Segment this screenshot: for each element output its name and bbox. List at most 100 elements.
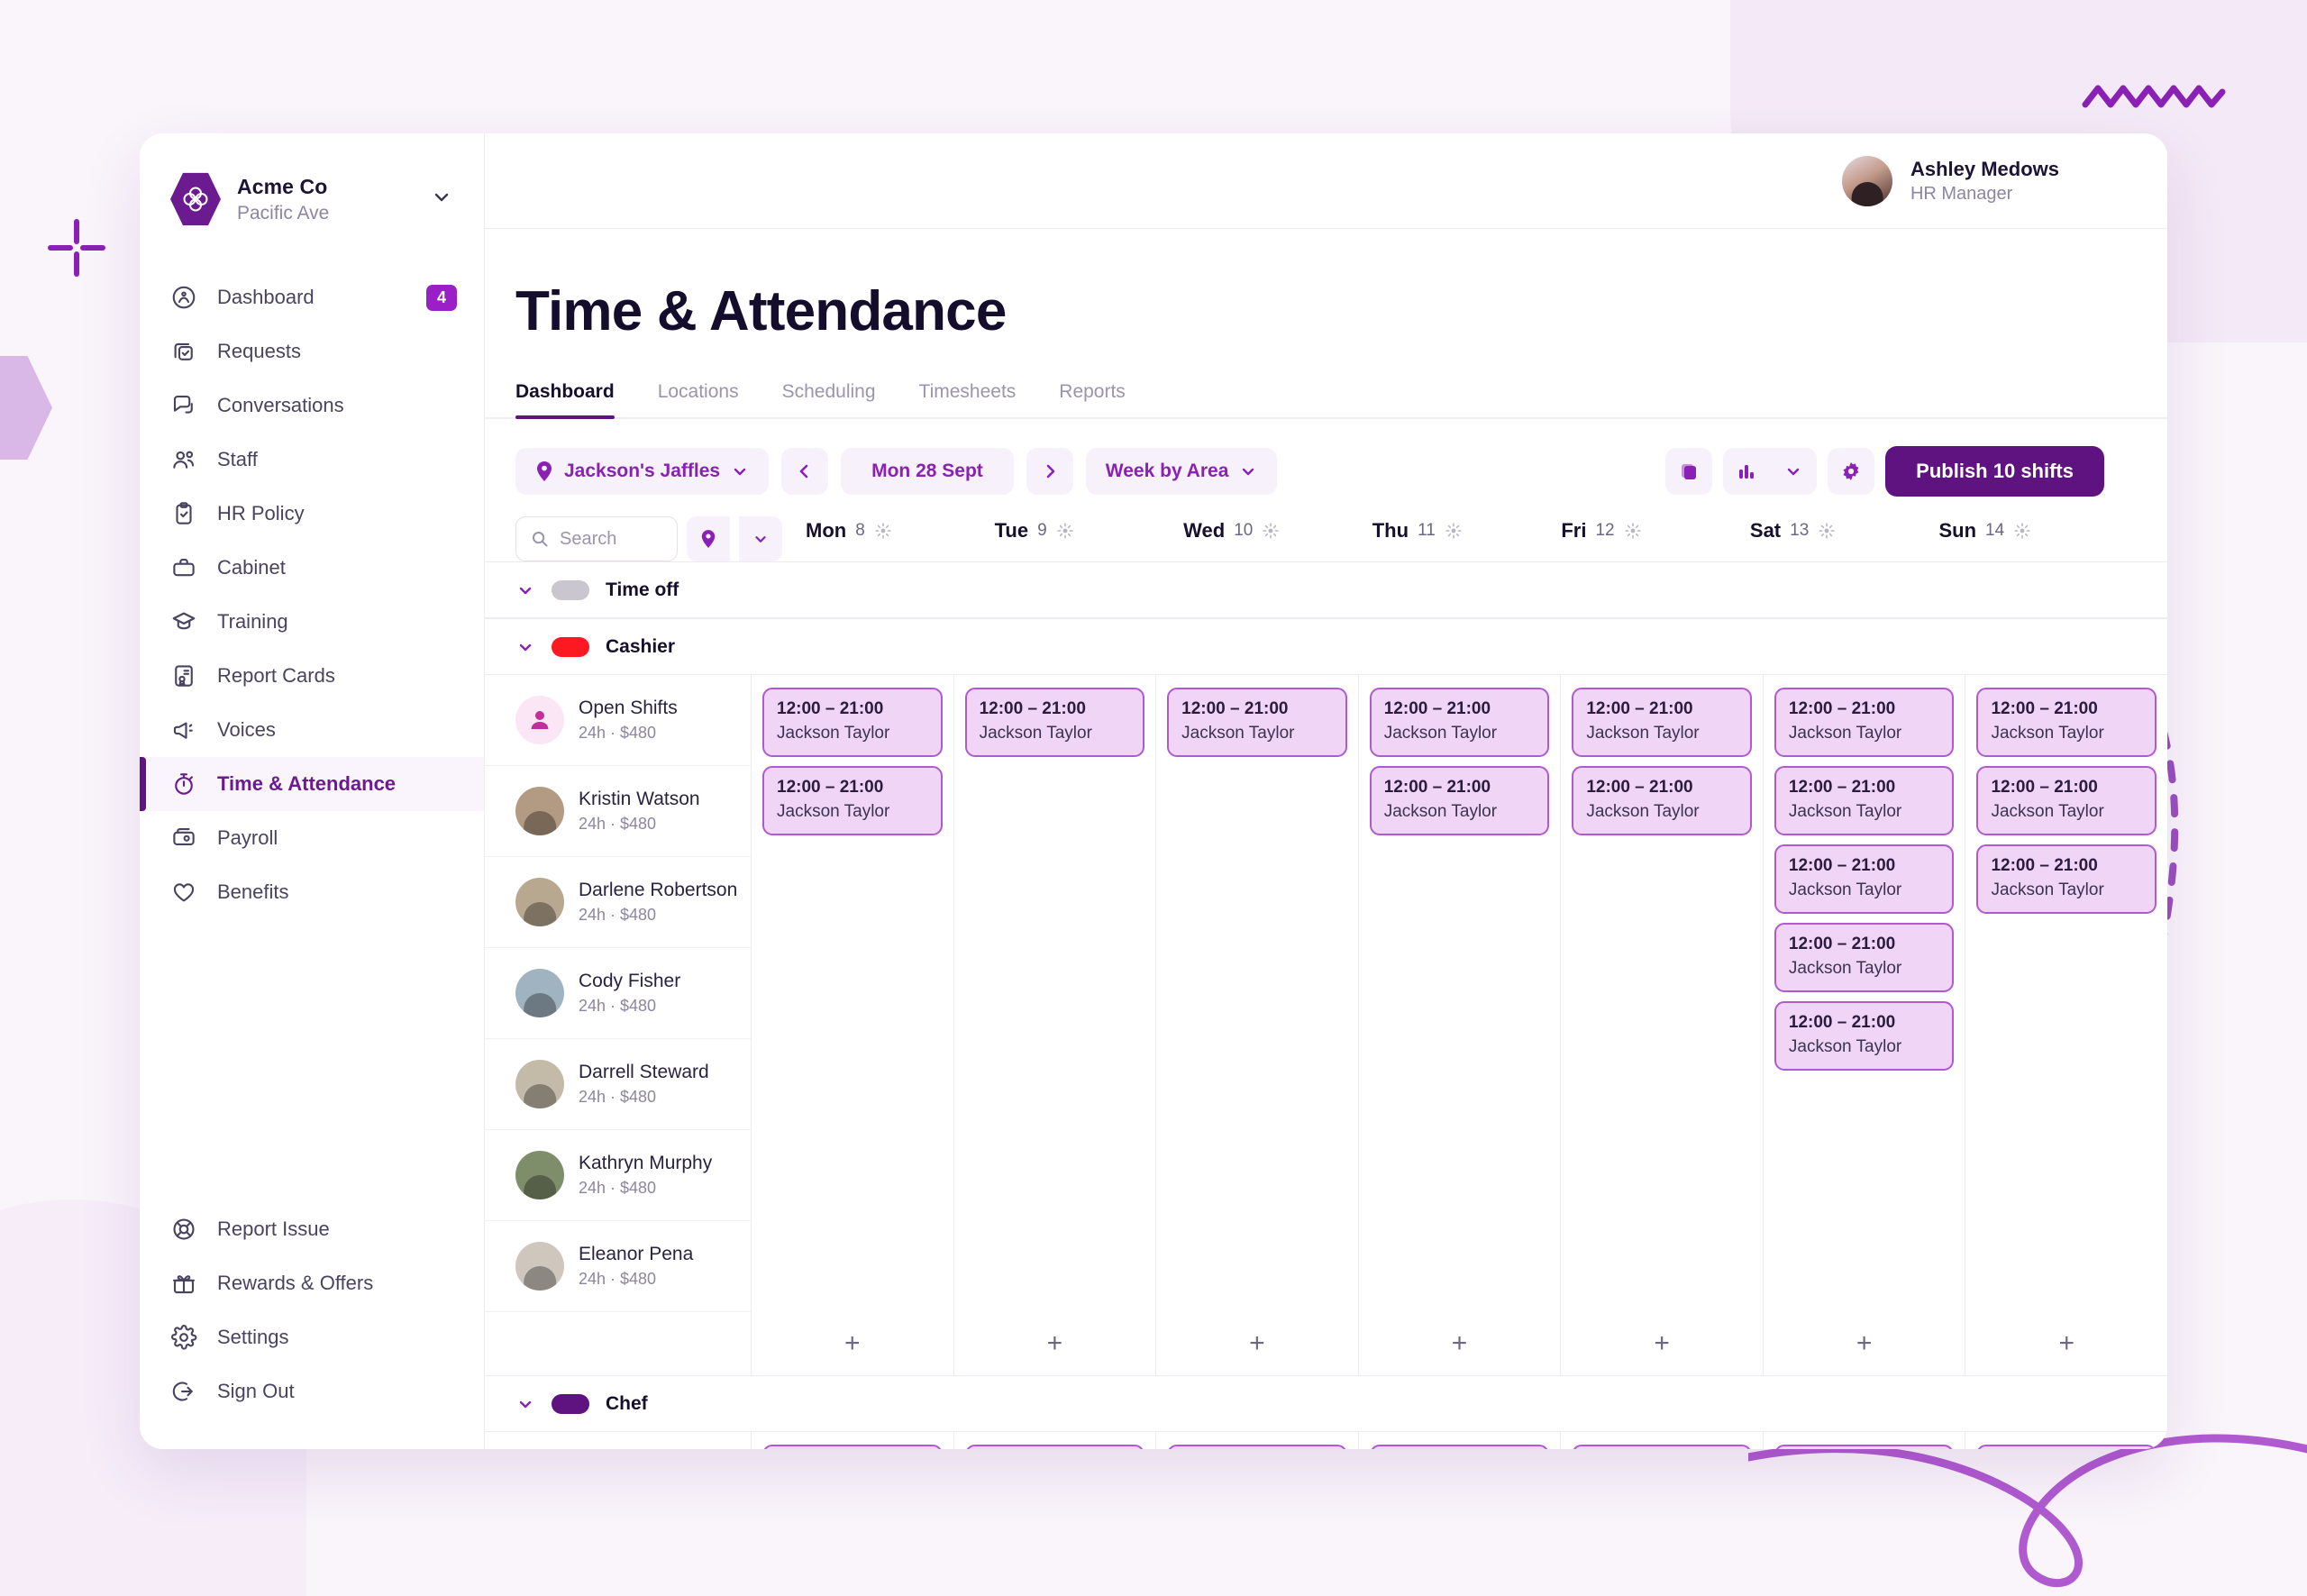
sidebar-item-voices[interactable]: Voices xyxy=(140,703,484,757)
shift-card[interactable]: 12:00 – 21:00Jackson Taylor xyxy=(1774,923,1955,992)
location-selector[interactable]: Jackson's Jaffles xyxy=(515,448,770,495)
shift-card[interactable]: 12:00 – 21:00Jackson Taylor xyxy=(762,1445,943,1449)
gear-icon[interactable] xyxy=(1828,448,1875,495)
add-shift-button-thu[interactable]: + xyxy=(1359,1312,1562,1375)
shift-card[interactable]: 12:00 – 21:00Jackson Taylor xyxy=(762,688,943,757)
next-week-button[interactable] xyxy=(1026,448,1073,495)
shift-card[interactable]: 12:00 – 21:00Jackson Taylor xyxy=(1572,766,1752,835)
add-shift-button-mon[interactable]: + xyxy=(752,1312,954,1375)
add-shift-button-fri[interactable]: + xyxy=(1561,1312,1764,1375)
sidebar-item-dashboard[interactable]: Dashboard 4 xyxy=(140,270,484,324)
shift-assignee: Jackson Taylor xyxy=(777,802,890,821)
shift-card[interactable]: 12:00 – 21:00Jackson Taylor xyxy=(1774,1001,1955,1071)
prev-week-button[interactable] xyxy=(781,448,829,495)
day-number: 12 xyxy=(1595,521,1615,540)
shift-card[interactable]: 12:00 – 21:00Jackson Taylor xyxy=(964,688,1145,757)
shift-card[interactable]: 12:00 – 21:00Jackson Taylor xyxy=(762,766,943,835)
shift-card[interactable]: 12:00 – 21:00Jackson Taylor xyxy=(1976,688,2157,757)
shift-card[interactable]: 12:00 – 21:00Jackson Taylor xyxy=(964,1445,1145,1449)
search-input[interactable]: Search xyxy=(515,516,678,561)
shift-card[interactable]: 12:00 – 21:00Jackson Taylor xyxy=(1369,688,1550,757)
sidebar-item-label: Time & Attendance xyxy=(217,772,397,795)
sidebar-item-rewards-offers[interactable]: Rewards & Offers xyxy=(140,1256,484,1310)
shift-card[interactable]: 12:00 – 21:00Jackson Taylor xyxy=(1369,766,1550,835)
add-shift-button-wed[interactable]: + xyxy=(1156,1312,1359,1375)
shift-card[interactable]: 12:00 – 21:00Jackson Taylor xyxy=(1774,1445,1955,1449)
toolbar-actions: Publish 10 shifts xyxy=(1665,446,2104,497)
shift-card[interactable]: 12:00 – 21:00Jackson Taylor xyxy=(1167,688,1347,757)
chevron-down-icon[interactable] xyxy=(515,637,535,657)
shift-card[interactable]: 12:00 – 21:00Jackson Taylor xyxy=(1774,844,1955,914)
day-headers: Mon 8 Tue 9 Wed 10 Thu 11 Fri 12 Sat 13 Sun 14 xyxy=(782,519,2104,559)
tab-dashboard[interactable]: Dashboard xyxy=(515,381,636,419)
staff-row[interactable]: Darlene Robertson 24h · $480 xyxy=(485,857,751,948)
shift-card[interactable]: 12:00 – 21:00Jackson Taylor xyxy=(1976,844,2157,914)
staff-row[interactable]: Kristin Watson 24h · $480 xyxy=(485,766,751,857)
shift-card[interactable]: 12:00 – 21:00Jackson Taylor xyxy=(1774,688,1955,757)
staff-row[interactable]: Brooklyn Simmons24h · $480 xyxy=(485,1432,751,1449)
chevron-down-icon[interactable] xyxy=(515,1394,535,1414)
shift-card[interactable]: 12:00 – 21:00Jackson Taylor xyxy=(1572,688,1752,757)
sidebar-item-time-attendance[interactable]: Time & Attendance xyxy=(140,757,484,811)
staff-row[interactable]: Kathryn Murphy 24h · $480 xyxy=(485,1130,751,1221)
staff-name: Kristin Watson xyxy=(579,789,700,809)
sidebar-item-sign-out[interactable]: Sign Out xyxy=(140,1364,484,1418)
sidebar-item-training[interactable]: Training xyxy=(140,595,484,649)
add-shift-button-tue[interactable]: + xyxy=(954,1312,1157,1375)
sidebar-item-label: Dashboard xyxy=(217,286,315,308)
chevron-down-icon[interactable] xyxy=(1770,448,1818,495)
sidebar-item-hr-policy[interactable]: HR Policy xyxy=(140,487,484,541)
sidebar-item-payroll[interactable]: Payroll xyxy=(140,811,484,865)
sidebar-item-settings[interactable]: Settings xyxy=(140,1310,484,1364)
group-header[interactable]: Chef xyxy=(485,1376,2167,1432)
shift-card[interactable]: 12:00 – 21:00Jackson Taylor xyxy=(1774,766,1955,835)
sidebar-item-benefits[interactable]: Benefits xyxy=(140,865,484,919)
group-header[interactable]: Cashier xyxy=(485,619,2167,675)
sidebar-item-report-issue[interactable]: Report Issue xyxy=(140,1202,484,1256)
group-header[interactable]: Time off xyxy=(485,562,2167,618)
gift-icon xyxy=(170,1270,197,1297)
filter-dropdown-button[interactable] xyxy=(739,516,782,561)
acme-logo-icon xyxy=(170,172,221,226)
shift-card[interactable]: 12:00 – 21:00Jackson Taylor xyxy=(1369,1445,1550,1449)
sun-icon xyxy=(2013,522,2031,540)
chevron-down-icon[interactable] xyxy=(515,580,535,600)
copy-icon[interactable] xyxy=(1665,448,1713,495)
bar-chart-icon[interactable] xyxy=(1723,448,1771,495)
tab-reports[interactable]: Reports xyxy=(1037,381,1147,417)
tab-timesheets[interactable]: Timesheets xyxy=(898,381,1038,417)
staff-row[interactable]: Darrell Steward 24h · $480 xyxy=(485,1039,751,1130)
search-placeholder: Search xyxy=(560,528,617,549)
user-menu[interactable]: Ashley Medows HR Manager xyxy=(1841,155,2059,206)
sidebar-item-requests[interactable]: Requests xyxy=(140,324,484,378)
shift-card[interactable]: 12:00 – 21:00Jackson Taylor xyxy=(1572,1445,1752,1449)
shift-time: 12:00 – 21:00 xyxy=(1991,856,2098,875)
sidebar-item-staff[interactable]: Staff xyxy=(140,433,484,487)
tab-scheduling[interactable]: Scheduling xyxy=(761,381,898,417)
sidebar-item-conversations[interactable]: Conversations xyxy=(140,378,484,433)
view-selector[interactable]: Week by Area xyxy=(1085,448,1278,495)
add-shift-button-sun[interactable]: + xyxy=(1965,1312,2167,1375)
decorative-zigzag xyxy=(2082,85,2226,108)
filter-location-button[interactable] xyxy=(687,516,730,561)
shift-card[interactable]: 12:00 – 21:00Jackson Taylor xyxy=(1976,766,2157,835)
shift-card[interactable]: 12:00 – 21:00Jackson Taylor xyxy=(1167,1445,1347,1449)
chevron-down-icon[interactable] xyxy=(430,186,457,214)
shift-card[interactable]: 12:00 – 21:00Jackson Taylor xyxy=(1976,1445,2157,1449)
staff-row[interactable]: Eleanor Pena 24h · $480 xyxy=(485,1221,751,1312)
staff-row[interactable]: Open Shifts 24h · $480 xyxy=(485,675,751,766)
avatar xyxy=(515,696,564,744)
org-switcher[interactable]: Acme Co Pacific Ave xyxy=(140,155,484,251)
tab-locations[interactable]: Locations xyxy=(636,381,761,417)
sun-icon xyxy=(1056,522,1074,540)
shift-time: 12:00 – 21:00 xyxy=(1788,778,1896,797)
publish-shifts-button[interactable]: Publish 10 shifts xyxy=(1885,446,2104,497)
staff-row[interactable]: Cody Fisher 24h · $480 xyxy=(485,948,751,1039)
requests-icon xyxy=(170,338,197,365)
shift-time: 12:00 – 21:00 xyxy=(1586,778,1693,797)
current-date[interactable]: Mon 28 Sept xyxy=(841,448,1014,495)
group-color-swatch xyxy=(552,579,589,600)
add-shift-button-sat[interactable]: + xyxy=(1764,1312,1966,1375)
sidebar-item-report-cards[interactable]: Report Cards xyxy=(140,649,484,703)
sidebar-item-cabinet[interactable]: Cabinet xyxy=(140,541,484,595)
